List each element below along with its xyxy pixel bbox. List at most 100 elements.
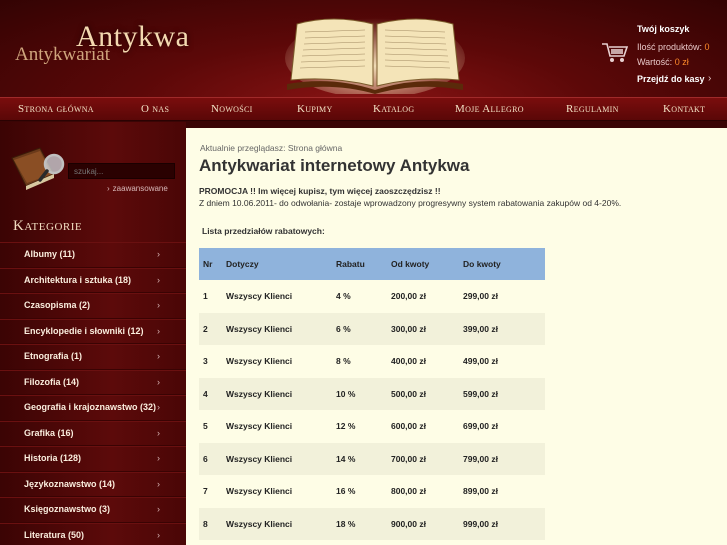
cell-discount: 8 % [332, 345, 387, 378]
nav-item-about[interactable]: O nas [141, 103, 169, 115]
cell-discount: 10 % [332, 377, 387, 410]
search-input[interactable] [68, 163, 175, 179]
table-row: 2 Wszyscy Klienci 6 % 300,00 zł 399,00 z… [199, 312, 545, 345]
cell-nr: 6 [199, 442, 222, 475]
cart-value-row: Wartość: 0 zł [637, 57, 689, 67]
table-row: 3 Wszyscy Klienci 8 % 400,00 zł 499,00 z… [199, 345, 545, 378]
chevron-right-icon: › [157, 478, 160, 489]
nav-item-catalog[interactable]: Katalog [373, 103, 414, 115]
category-item[interactable]: Etnografia (1) › [0, 344, 186, 370]
cell-to: 899,00 zł [459, 475, 545, 508]
category-list: Albumy (11) › Architektura i sztuka (18) ›… [0, 242, 186, 545]
chevron-right-icon: › [157, 402, 160, 412]
cell-discount: 16 % [332, 475, 387, 508]
table-row: 7 Wszyscy Klienci 16 % 800,00 zł 899,00 … [199, 475, 545, 508]
column-header-discount: Rabatu [332, 248, 387, 280]
cell-discount: 18 % [332, 507, 387, 540]
cell-applies: Wszyscy Klienci [222, 410, 332, 443]
column-header-from: Od kwoty [387, 248, 459, 280]
category-item[interactable]: Albumy (11) › [0, 242, 186, 268]
chevron-right-icon: › [708, 73, 712, 84]
cell-nr: 8 [199, 507, 222, 540]
table-row: 5 Wszyscy Klienci 12 % 600,00 zł 699,00 … [199, 410, 545, 443]
discount-table: Nr Dotyczy Rabatu Od kwoty Do kwoty 1 Ws… [199, 248, 545, 540]
chevron-right-icon: › [157, 427, 160, 438]
chevron-right-icon: › [107, 184, 110, 193]
cell-applies: Wszyscy Klienci [222, 345, 332, 378]
checkout-link[interactable]: Przejdź do kasy [637, 74, 705, 84]
category-item[interactable]: Historia (128) › [0, 446, 186, 472]
table-row: 1 Wszyscy Klienci 4 % 200,00 zł 299,00 z… [199, 280, 545, 313]
promo-heading: PROMOCJA !! Im więcej kupisz, tym więcej… [199, 186, 441, 196]
main-nav: Strona główna O nas Nowości Kupimy Katal… [0, 97, 727, 121]
table-row: 4 Wszyscy Klienci 10 % 500,00 zł 599,00 … [199, 377, 545, 410]
table-row: 6 Wszyscy Klienci 14 % 700,00 zł 799,00 … [199, 442, 545, 475]
category-item[interactable]: Grafika (16) › [0, 420, 186, 446]
category-item[interactable]: Geografia i krajoznawstwo (32) › [0, 395, 186, 421]
breadcrumb: Aktualnie przeglądasz: Strona główna [200, 143, 343, 153]
chevron-right-icon: › [157, 504, 160, 514]
chevron-right-icon: › [157, 274, 160, 285]
cell-applies: Wszyscy Klienci [222, 442, 332, 475]
cart-products-value: 0 [704, 42, 710, 52]
chevron-right-icon: › [157, 351, 160, 361]
nav-item-contact[interactable]: Kontakt [663, 103, 705, 115]
cell-applies: Wszyscy Klienci [222, 507, 332, 540]
category-item[interactable]: Filozofia (14) › [0, 369, 186, 395]
logo-title[interactable]: Antykwa [76, 20, 189, 54]
cell-nr: 5 [199, 410, 222, 443]
category-item[interactable]: Literatura (50) › [0, 522, 186, 545]
nav-item-buy[interactable]: Kupimy [297, 103, 333, 115]
cart-title[interactable]: Twój koszyk [637, 24, 689, 34]
page-title: Antykwariat internetowy Antykwa [199, 156, 470, 175]
open-book-icon [285, 18, 465, 94]
cell-nr: 1 [199, 280, 222, 313]
cell-discount: 6 % [332, 312, 387, 345]
promo-text: Z dniem 10.06.2011- do odwołania- zostaj… [199, 198, 622, 208]
cell-to: 999,00 zł [459, 507, 545, 540]
cell-discount: 4 % [332, 280, 387, 313]
book-magnifier-icon [11, 147, 65, 190]
discount-list-title: Lista przedziałów rabatowych: [202, 226, 325, 236]
advanced-search-link[interactable]: › zaawansowane [107, 184, 168, 193]
cell-from: 800,00 zł [387, 475, 459, 508]
nav-item-allegro[interactable]: Moje Allegro [455, 103, 524, 115]
cell-to: 799,00 zł [459, 442, 545, 475]
site-header: Antykwariat Antykwa Twój koszyk Ilość pr… [0, 0, 727, 97]
cell-applies: Wszyscy Klienci [222, 312, 332, 345]
cart-value-amount: 0 zł [674, 57, 689, 67]
cell-from: 900,00 zł [387, 507, 459, 540]
category-item[interactable]: Architektura i sztuka (18) › [0, 267, 186, 293]
shopping-cart-icon[interactable] [600, 40, 630, 66]
cell-from: 300,00 zł [387, 312, 459, 345]
column-header-to: Do kwoty [459, 248, 545, 280]
cell-discount: 12 % [332, 410, 387, 443]
nav-item-rules[interactable]: Regulamin [566, 103, 619, 115]
nav-item-home[interactable]: Strona główna [18, 103, 94, 115]
category-item[interactable]: Księgoznawstwo (3) › [0, 497, 186, 523]
cell-from: 700,00 zł [387, 442, 459, 475]
cell-to: 299,00 zł [459, 280, 545, 313]
chevron-right-icon: › [157, 300, 160, 310]
nav-item-news[interactable]: Nowości [211, 103, 253, 115]
cell-applies: Wszyscy Klienci [222, 377, 332, 410]
cart-products-label: Ilość produktów: [637, 42, 703, 52]
chevron-right-icon: › [157, 249, 160, 259]
table-header-row: Nr Dotyczy Rabatu Od kwoty Do kwoty [199, 248, 545, 280]
table-row: 8 Wszyscy Klienci 18 % 900,00 zł 999,00 … [199, 507, 545, 540]
cell-discount: 14 % [332, 442, 387, 475]
cart-products-row: Ilość produktów: 0 [637, 42, 710, 52]
cell-to: 499,00 zł [459, 345, 545, 378]
cell-from: 600,00 zł [387, 410, 459, 443]
category-item[interactable]: Czasopisma (2) › [0, 293, 186, 319]
chevron-right-icon: › [157, 376, 160, 387]
chevron-right-icon: › [157, 325, 160, 336]
cell-nr: 7 [199, 475, 222, 508]
cell-nr: 4 [199, 377, 222, 410]
category-item[interactable]: Encyklopedie i słowniki (12) › [0, 318, 186, 344]
cart-value-label: Wartość: [637, 57, 673, 67]
categories-heading: Kategorie [13, 218, 83, 234]
category-item[interactable]: Językoznawstwo (14) › [0, 471, 186, 497]
cell-applies: Wszyscy Klienci [222, 280, 332, 313]
cell-from: 200,00 zł [387, 280, 459, 313]
